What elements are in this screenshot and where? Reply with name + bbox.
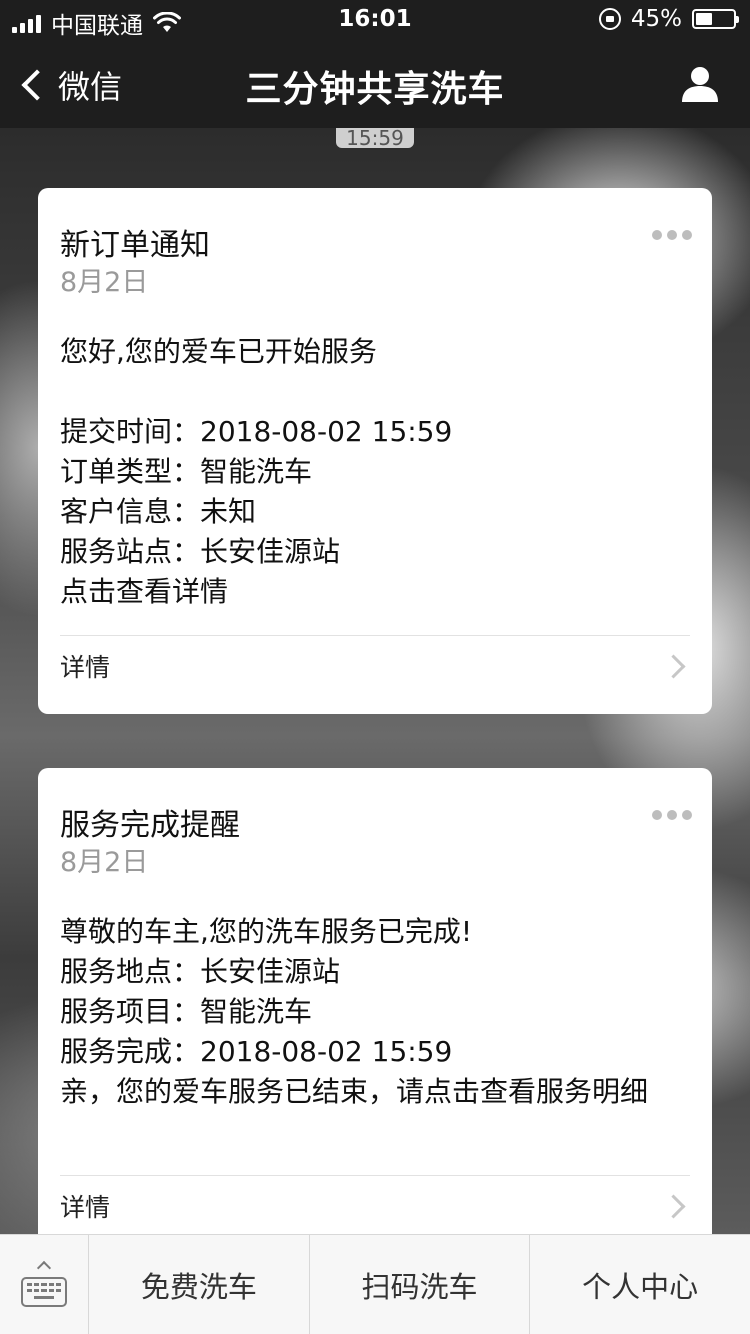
more-icon[interactable]	[652, 230, 692, 240]
chevron-up-icon	[36, 1260, 52, 1275]
card-line: 订单类型：智能洗车	[60, 455, 313, 488]
keyboard-icon	[21, 1276, 67, 1307]
card-line: 服务站点：长安佳源站	[60, 535, 341, 568]
menu-item-scan-wash[interactable]: 扫码洗车	[310, 1235, 531, 1334]
bottom-menu-bar: 免费洗车 扫码洗车 个人中心	[0, 1234, 750, 1334]
card-line: 服务完成：2018-08-02 15:59	[60, 1035, 453, 1068]
menu-item-free-wash[interactable]: 免费洗车	[89, 1235, 310, 1334]
card-date: 8月2日	[60, 267, 149, 298]
status-right: 45%	[598, 6, 739, 32]
battery-percent: 45%	[630, 6, 682, 32]
profile-icon[interactable]	[680, 64, 720, 104]
detail-label: 详情	[60, 1193, 111, 1222]
detail-label: 详情	[60, 653, 111, 682]
message-card-new-order[interactable]: 新订单通知 8月2日 您好,您的爱车已开始服务 提交时间：2018-08-02 …	[38, 188, 712, 714]
card-line: 服务项目：智能洗车	[60, 995, 313, 1028]
card-line: 尊敬的车主,您的洗车服务已完成!	[60, 915, 473, 948]
page-title-front: 三分钟共享洗车	[245, 69, 505, 110]
rotation-lock-icon	[598, 8, 621, 30]
detail-link[interactable]: 详情	[60, 1176, 690, 1236]
status-bar: 中国联通 16:01 45%	[0, 0, 750, 40]
keyboard-toggle-button[interactable]	[0, 1235, 89, 1334]
card-title: 服务完成提醒	[60, 808, 240, 843]
chevron-right-icon	[661, 1193, 686, 1219]
more-icon[interactable]	[652, 810, 692, 820]
card-title: 新订单通知	[60, 228, 210, 263]
card-line: 亲，您的爱车服务已结束，请点击查看服务明细	[60, 1075, 649, 1108]
card-line: 提交时间：2018-08-02 15:59	[60, 415, 453, 448]
card-greeting: 您好,您的爱车已开始服务	[60, 335, 377, 368]
card-body: 尊敬的车主,您的洗车服务已完成! 服务地点：长安佳源站 服务项目：智能洗车 服务…	[60, 912, 690, 1112]
battery-icon	[692, 9, 739, 29]
card-line: 服务地点：长安佳源站	[60, 955, 341, 988]
card-date: 8月2日	[60, 847, 149, 878]
battery-fill	[696, 13, 713, 25]
chevron-right-icon	[661, 653, 686, 679]
card-line: 点击查看详情	[60, 575, 229, 608]
card-line: 客户信息：未知	[60, 495, 257, 528]
nav-bar-content: 微信 三分钟共享洗车	[0, 40, 750, 128]
card-body: 您好,您的爱车已开始服务 提交时间：2018-08-02 15:59 订单类型：…	[60, 332, 690, 612]
menu-item-personal-center[interactable]: 个人中心	[530, 1235, 750, 1334]
message-card-service-complete[interactable]: 服务完成提醒 8月2日 尊敬的车主,您的洗车服务已完成! 服务地点：长安佳源站 …	[38, 768, 712, 1288]
detail-link[interactable]: 详情	[60, 636, 690, 696]
